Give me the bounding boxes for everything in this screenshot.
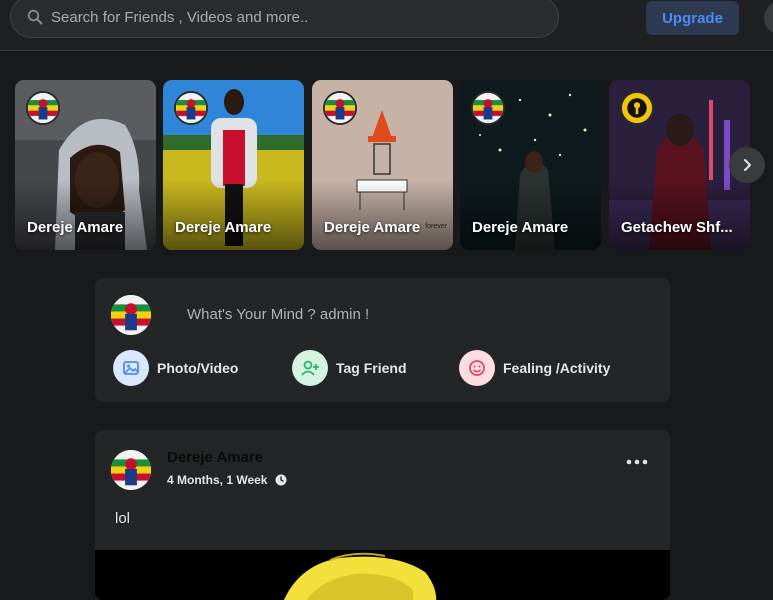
flag-avatar-icon	[176, 93, 206, 123]
search-bar[interactable]	[10, 0, 559, 38]
chevron-right-icon	[744, 159, 751, 171]
post-text: lol	[115, 510, 131, 527]
story-avatar	[620, 91, 654, 125]
story-shade	[15, 180, 156, 250]
story-card[interactable]: Dereje Amare	[163, 80, 304, 250]
flag-avatar-icon	[28, 93, 58, 123]
feeling-activity-label: Fealing /Activity	[503, 360, 611, 376]
story-shade	[312, 180, 453, 250]
search-input[interactable]	[51, 8, 558, 26]
top-bar: Upgrade	[0, 0, 773, 51]
story-avatar	[471, 91, 505, 125]
story-caption: forever	[425, 223, 447, 230]
user-avatar[interactable]	[111, 295, 151, 335]
upgrade-button[interactable]: Upgrade	[646, 1, 739, 35]
story-shade	[609, 180, 750, 250]
post-time-text: 4 Months, 1 Week	[167, 473, 268, 487]
story-name: Dereje Amare	[324, 219, 421, 236]
stories-next-button[interactable]	[729, 147, 765, 183]
keyhole-avatar-icon	[622, 93, 652, 123]
more-options-icon[interactable]	[625, 456, 649, 468]
story-name: Dereje Amare	[27, 219, 124, 236]
story-name: Getachew Shf...	[621, 219, 733, 236]
post-card: Dereje Amare 4 Months, 1 Week lol	[95, 430, 670, 600]
photo-video-label: Photo/Video	[157, 360, 239, 376]
story-card[interactable]: Dereje Amare	[460, 80, 601, 250]
flag-avatar-icon	[111, 450, 151, 490]
profile-avatar[interactable]	[764, 1, 773, 35]
feeling-activity-button[interactable]: Fealing /Activity	[459, 350, 610, 386]
flag-avatar-icon	[473, 93, 503, 123]
story-card[interactable]: forever Dereje Amare	[312, 80, 453, 250]
story-shade	[460, 180, 601, 250]
story-shade	[163, 180, 304, 250]
post-timestamp: 4 Months, 1 Week	[167, 473, 287, 487]
story-name: Dereje Amare	[472, 219, 569, 236]
story-avatar	[174, 91, 208, 125]
tag-friend-label: Tag Friend	[336, 360, 407, 376]
story-avatar	[26, 91, 60, 125]
flag-avatar-icon	[325, 93, 355, 123]
search-icon	[27, 9, 43, 25]
photo-icon	[113, 350, 149, 386]
flag-avatar-icon	[111, 295, 151, 335]
tag-friend-button[interactable]: Tag Friend	[292, 350, 407, 386]
smiley-icon	[459, 350, 495, 386]
story-avatar	[323, 91, 357, 125]
post-composer: What's Your Mind ? admin ! Photo/Video T…	[95, 278, 670, 402]
post-author-name[interactable]: Dereje Amare	[167, 449, 263, 466]
post-author-avatar[interactable]	[111, 450, 151, 490]
composer-prompt[interactable]: What's Your Mind ? admin !	[187, 306, 369, 323]
stories-row: Dereje Amare Dereje Amare forever Dereje…	[15, 80, 773, 250]
photo-video-button[interactable]: Photo/Video	[113, 350, 238, 386]
add-user-icon	[292, 350, 328, 386]
clock-icon	[275, 474, 287, 486]
story-card[interactable]: Dereje Amare	[15, 80, 156, 250]
story-name: Dereje Amare	[175, 219, 272, 236]
